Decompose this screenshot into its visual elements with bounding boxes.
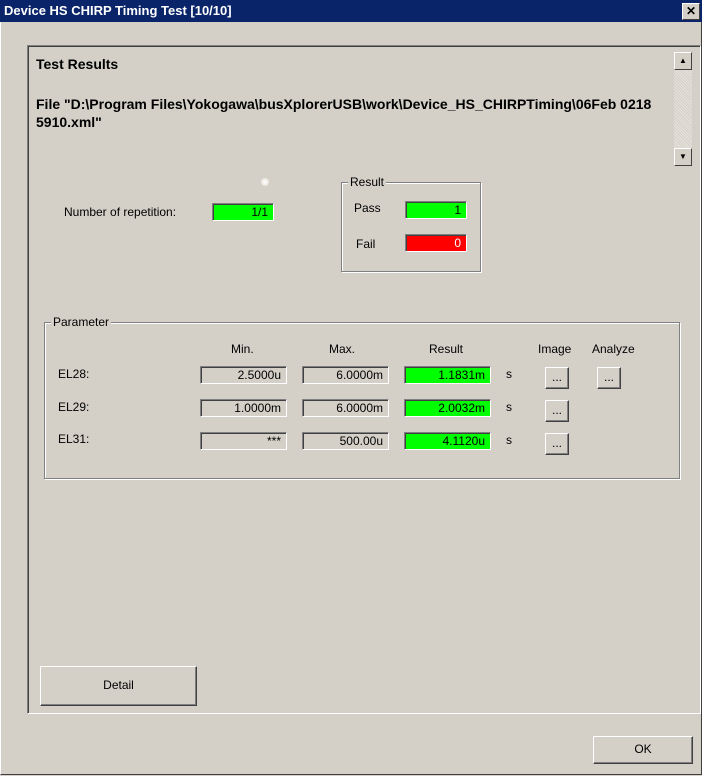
param-min: 2.5000u: [200, 366, 287, 384]
col-header-analyze: Analyze: [592, 342, 635, 356]
header-scrollbar[interactable]: ▲ ▼: [673, 52, 692, 166]
param-max: 6.0000m: [302, 399, 389, 417]
param-max: 500.00u: [302, 432, 389, 450]
window-title: Device HS CHIRP Timing Test [10/10]: [4, 3, 232, 18]
param-max: 6.0000m: [302, 366, 389, 384]
fail-label: Fail: [356, 237, 376, 251]
param-unit: s: [506, 400, 512, 414]
fail-count: 0: [405, 234, 467, 252]
ok-button[interactable]: OK: [593, 736, 693, 764]
pass-label: Pass: [354, 201, 381, 215]
param-unit: s: [506, 367, 512, 381]
param-min: ***: [200, 432, 287, 450]
param-min: 1.0000m: [200, 399, 287, 417]
param-unit: s: [506, 433, 512, 447]
param-name: EL28:: [58, 367, 90, 381]
image-button[interactable]: ...: [545, 433, 569, 455]
analyze-button[interactable]: ...: [597, 367, 621, 389]
close-icon[interactable]: ✕: [682, 3, 700, 20]
repetition-value: 1/1: [212, 203, 274, 221]
repetition-label: Number of repetition:: [64, 205, 177, 219]
param-result: 4.1120u: [404, 432, 491, 450]
parameter-group-title: Parameter: [51, 315, 112, 329]
col-header-image: Image: [538, 342, 572, 356]
light-glint: [261, 178, 269, 186]
col-header-result: Result: [429, 342, 464, 356]
title-bar[interactable]: Device HS CHIRP Timing Test [10/10] ✕: [0, 0, 702, 22]
result-group: Result: [341, 175, 481, 272]
param-result: 2.0032m: [404, 399, 491, 417]
image-button[interactable]: ...: [545, 400, 569, 422]
scroll-up-icon[interactable]: ▲: [674, 52, 692, 70]
param-name: EL31:: [58, 432, 90, 446]
file-path-text: File "D:\Program Files\Yokogawa\busXplor…: [36, 96, 652, 130]
param-name: EL29:: [58, 400, 90, 414]
col-header-max: Max.: [329, 342, 356, 356]
pass-count: 1: [405, 201, 467, 219]
param-result: 1.1831m: [404, 366, 491, 384]
results-title: Test Results: [36, 56, 119, 72]
scroll-down-icon[interactable]: ▼: [674, 148, 692, 166]
result-group-title: Result: [348, 175, 387, 189]
image-button[interactable]: ...: [545, 367, 569, 389]
col-header-min: Min.: [231, 342, 254, 356]
detail-button[interactable]: Detail: [40, 666, 197, 706]
results-header: Test Results File "D:\Program Files\Yoko…: [36, 54, 668, 164]
